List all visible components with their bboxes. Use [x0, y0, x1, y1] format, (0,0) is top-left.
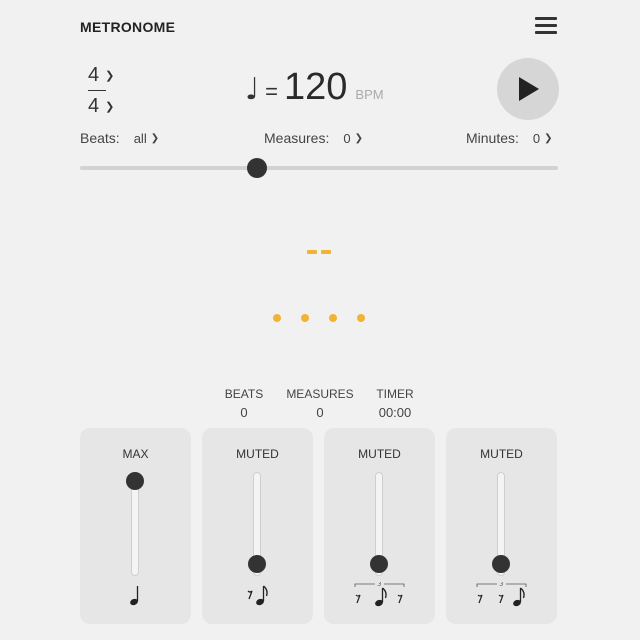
measures-counter: MEASURES 0	[282, 387, 358, 420]
volume-panel-label: MAX	[122, 447, 149, 461]
triplet-note-icon: 3	[476, 582, 527, 607]
measures-selector: Measures: 0 ❯	[264, 130, 363, 146]
measures-counter-value: 0	[316, 405, 324, 420]
triplet-note-icon: 3	[354, 582, 405, 607]
tempo-bpm-value[interactable]: 120	[284, 66, 347, 109]
minutes-select-value: 0	[532, 130, 541, 146]
beats-selector-label: Beats:	[80, 130, 120, 146]
volume-panel-label: MUTED	[358, 447, 401, 461]
beats-select-value: all	[133, 130, 147, 146]
hamburger-menu-icon[interactable]	[535, 17, 557, 35]
tempo-slider-handle[interactable]	[246, 158, 267, 178]
chevron-down-icon: ❯	[354, 132, 363, 144]
beat-dots	[273, 314, 365, 322]
minutes-selector: Minutes: 0 ❯	[466, 130, 553, 146]
tempo-display: ♩ = 120 BPM	[245, 66, 384, 109]
accent-beat-indicator	[307, 250, 331, 254]
measures-select-value: 0	[343, 130, 351, 146]
volume-slider-handle[interactable]	[126, 472, 144, 490]
tempo-equals: =	[265, 79, 279, 104]
volume-panel-triplet-middle: MUTED 3	[324, 428, 435, 624]
triplet-mark: 3	[500, 582, 504, 588]
timer-counter-label: TIMER	[376, 387, 414, 401]
chevron-down-icon: ❯	[150, 132, 160, 144]
chevron-down-icon: ❯	[105, 100, 115, 113]
beat-dot	[301, 314, 309, 322]
volume-panel-label: MUTED	[480, 447, 523, 461]
quarter-note-icon	[130, 586, 139, 606]
measures-selector-label: Measures:	[264, 130, 330, 146]
volume-panel-eighths: MUTED	[202, 428, 313, 624]
denominator-value: 4	[88, 94, 100, 117]
timer-counter: TIMER 00:00	[372, 387, 418, 420]
volume-slider-handle[interactable]	[492, 555, 510, 573]
beat-dot	[273, 314, 281, 322]
beat-dot	[329, 314, 337, 322]
numerator-value: 4	[88, 63, 100, 86]
minutes-selector-label: Minutes:	[466, 130, 519, 146]
measures-select[interactable]: 0 ❯	[343, 131, 363, 146]
beats-counter-label: BEATS	[224, 387, 264, 401]
quarter-note-icon: ♩	[245, 72, 260, 107]
play-icon	[519, 77, 539, 101]
triplet-mark: 3	[378, 582, 382, 588]
chevron-down-icon: ❯	[544, 132, 553, 144]
tempo-unit: BPM	[355, 87, 384, 102]
beats-counter: BEATS 0	[222, 387, 266, 420]
minutes-select[interactable]: 0 ❯	[533, 131, 553, 146]
chevron-down-icon: ❯	[105, 69, 115, 82]
volume-panel-quarter: MAX	[80, 428, 191, 624]
play-button[interactable]	[497, 58, 559, 120]
tempo-slider-track[interactable]	[80, 166, 558, 170]
eighth-note-rest-icon	[247, 585, 268, 606]
measures-counter-label: MEASURES	[286, 387, 354, 401]
timer-counter-value: 00:00	[378, 405, 412, 420]
volume-panel-label: MUTED	[236, 447, 279, 461]
app-title: METRONOME	[80, 19, 176, 35]
volume-slider-handle[interactable]	[248, 555, 266, 573]
time-signature-denominator-select[interactable]: 4 ❯	[88, 93, 128, 119]
beats-counter-value: 0	[240, 405, 248, 420]
volume-slider-handle[interactable]	[370, 555, 388, 573]
beats-select[interactable]: all ❯	[134, 131, 159, 146]
fraction-bar	[88, 90, 106, 91]
beat-dot	[357, 314, 365, 322]
volume-panel-triplet-last: MUTED 3	[446, 428, 557, 624]
beats-selector: Beats: all ❯	[80, 130, 159, 146]
time-signature: 4 ❯ 4 ❯	[88, 62, 128, 119]
time-signature-numerator-select[interactable]: 4 ❯	[88, 62, 128, 88]
